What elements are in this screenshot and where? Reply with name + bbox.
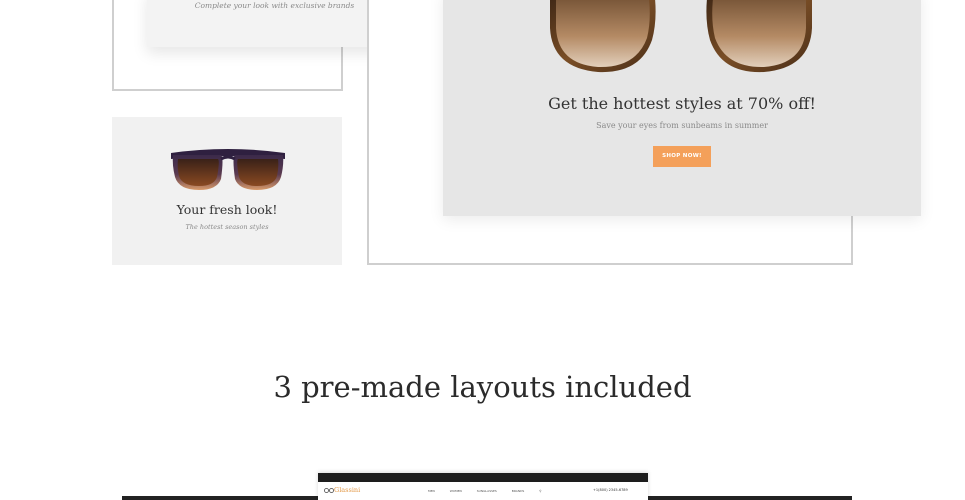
shop-now-button[interactable]: SHOP NOW! [653,146,711,167]
fresh-look-subtitle: The hottest season styles [185,223,269,231]
glasses-logo-icon [324,488,334,493]
fresh-look-title: Your fresh look! [176,202,278,217]
preview-nav: MEN WOMEN SUNGLASSES BRANDS ⚲ [428,489,556,493]
layout-preview-right[interactable] [648,496,852,500]
layout-preview-left[interactable] [122,496,318,500]
section-title: 3 pre-made layouts included [273,370,692,404]
layout-previews: Glassini MEN WOMEN SUNGLASSES BRANDS ⚲ +… [0,470,965,500]
fresh-look-card[interactable]: Your fresh look! The hottest season styl… [112,117,342,265]
search-icon[interactable]: ⚲ [539,489,541,493]
preview-nav-item[interactable]: WOMEN [450,489,462,493]
sunglasses-wayfarer-icon [171,149,285,190]
sunglasses-aviator-icon [550,0,812,73]
preview-nav-item[interactable]: BRANDS [512,489,525,493]
brands-card[interactable]: Complete your look with exclusive brands [147,0,402,47]
preview-nav-item[interactable]: SUNGLASSES [477,489,497,493]
preview-topbar [318,473,648,482]
preview-phone: +1(800) 2345-6789 [593,488,628,492]
brands-tagline: Complete your look with exclusive brands [194,1,355,10]
preview-nav-item[interactable]: MEN [428,489,435,493]
promo-headline: Get the hottest styles at 70% off! [548,94,816,113]
promo-subline: Save your eyes from sunbeams in summer [596,121,768,130]
promo-card: Get the hottest styles at 70% off! Save … [443,0,921,216]
layout-preview-center[interactable]: Glassini MEN WOMEN SUNGLASSES BRANDS ⚲ +… [318,473,648,500]
preview-logo: Glassini [334,486,361,494]
